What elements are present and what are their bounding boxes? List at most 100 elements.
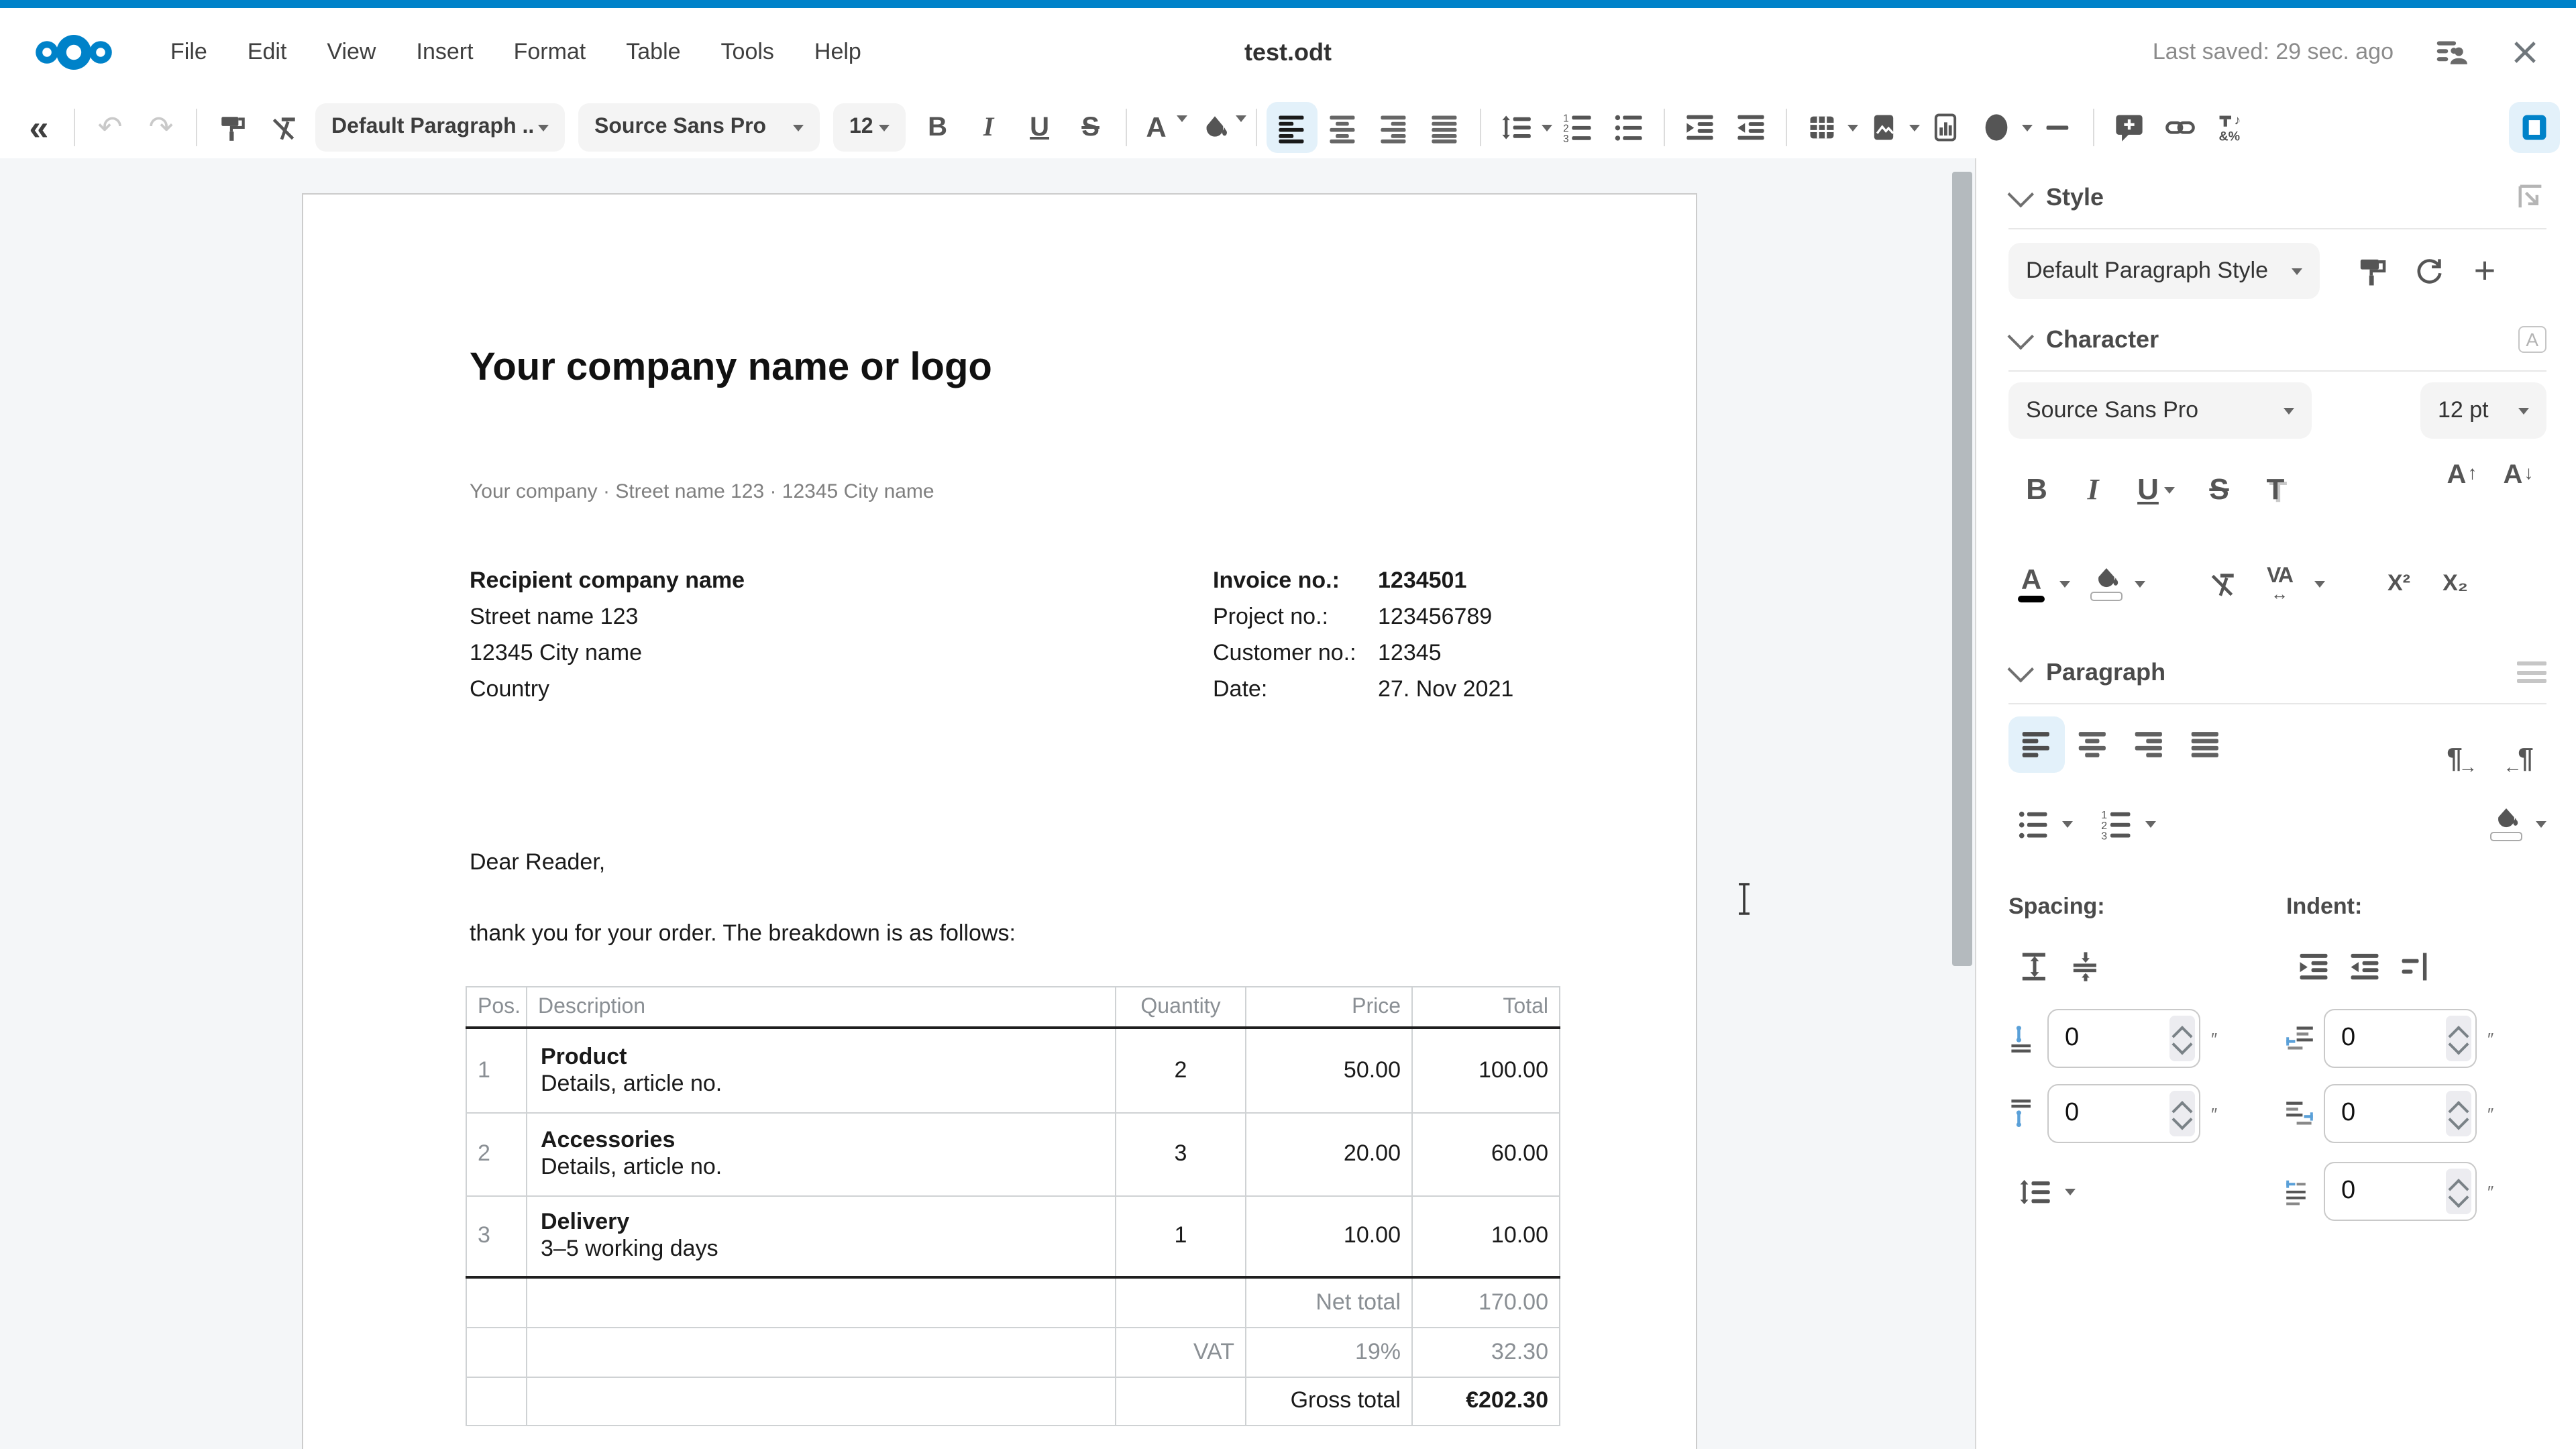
paragraph-background-caret[interactable] [2536, 820, 2546, 827]
line-spacing-caret[interactable] [2065, 1188, 2076, 1195]
below-spacing-spinbox[interactable] [2047, 1084, 2200, 1143]
above-spacing-input[interactable] [2049, 1009, 2169, 1068]
menu-edit[interactable]: Edit [227, 39, 307, 66]
scrollbar-thumb[interactable] [1952, 172, 1972, 966]
sidebar-shadow-button[interactable]: T [2247, 462, 2304, 518]
decrease-indent-button[interactable] [1725, 102, 1776, 153]
menu-table[interactable]: Table [606, 39, 700, 66]
insert-table-caret[interactable] [1847, 124, 1858, 131]
dock-sidebar-icon[interactable] [2514, 181, 2546, 213]
font-size-dropdown[interactable]: 12 [833, 103, 906, 152]
align-right-button[interactable] [1368, 102, 1419, 153]
superscript-button[interactable]: X² [2371, 555, 2427, 612]
sidebar-align-left-button[interactable] [2008, 716, 2065, 773]
highlight-color-button[interactable] [1195, 102, 1236, 153]
document-page[interactable]: Your company name or logo Your company ·… [302, 193, 1697, 1449]
insert-horizontal-line-button[interactable] [2033, 102, 2084, 153]
align-center-button[interactable] [1318, 102, 1368, 153]
close-icon[interactable] [2509, 36, 2541, 68]
insert-hyperlink-button[interactable] [2155, 102, 2206, 153]
update-style-roller-icon[interactable] [2344, 243, 2400, 299]
insert-comment-button[interactable] [2104, 102, 2155, 153]
paragraph-rtl-button[interactable]: ←¶ [2490, 716, 2546, 773]
undo-button[interactable]: ↶ [85, 102, 136, 153]
insert-table-button[interactable] [1796, 102, 1847, 153]
sidebar-increase-indent-icon[interactable] [2288, 938, 2339, 994]
align-left-button[interactable] [1267, 102, 1318, 153]
character-spacing-caret[interactable] [2314, 580, 2325, 587]
line-spacing-caret[interactable] [1542, 124, 1552, 131]
menu-format[interactable]: Format [494, 39, 606, 66]
insert-chart-button[interactable] [1920, 102, 1971, 153]
clone-formatting-button[interactable] [207, 102, 258, 153]
ordered-list-caret[interactable] [2145, 820, 2156, 827]
sidebar-bullet-list-button[interactable] [2008, 796, 2057, 852]
sidebar-highlight-button[interactable] [2084, 555, 2129, 612]
font-color-caret[interactable] [1177, 115, 1187, 121]
new-style-plus-icon[interactable]: + [2457, 243, 2513, 299]
menu-view[interactable]: View [307, 39, 396, 66]
sidebar-font-color-button[interactable]: A [2008, 555, 2054, 612]
bold-button[interactable]: B [912, 102, 963, 153]
menu-insert[interactable]: Insert [396, 39, 494, 66]
sidebar-clear-formatting-button[interactable] [2194, 555, 2250, 612]
above-spacing-spinbox[interactable] [2047, 1009, 2200, 1068]
vertical-scrollbar[interactable] [1948, 158, 1975, 1449]
insert-image-caret[interactable] [1909, 124, 1920, 131]
chevron-down-icon[interactable] [2007, 656, 2034, 683]
sidebar-toggle-button[interactable] [2509, 102, 2560, 153]
redo-button[interactable]: ↷ [136, 102, 186, 153]
spinner-buttons[interactable] [2446, 1091, 2471, 1136]
chevron-down-icon[interactable] [2007, 181, 2034, 208]
font-name-dropdown[interactable]: Source Sans Pro [578, 103, 820, 152]
insert-image-button[interactable] [1858, 102, 1909, 153]
insert-special-character-button[interactable]: ♪&% [2206, 102, 2257, 153]
character-dialog-icon[interactable]: A [2518, 326, 2546, 353]
first-line-indent-input[interactable] [2325, 1162, 2446, 1221]
ordered-list-button[interactable]: 123 [1552, 102, 1603, 153]
paragraph-spacing-decrease-icon[interactable] [2059, 938, 2110, 994]
style-name-dropdown[interactable]: Default Paragraph Style [2008, 243, 2320, 299]
line-spacing-dropdown-icon[interactable] [2008, 1163, 2059, 1220]
grow-font-button[interactable]: A↑ [2434, 462, 2490, 518]
before-indent-input[interactable] [2325, 1009, 2446, 1068]
font-color-button[interactable]: A [1136, 102, 1177, 153]
highlight-color-caret[interactable] [2135, 580, 2145, 587]
after-indent-input[interactable] [2325, 1084, 2446, 1143]
refresh-style-icon[interactable] [2400, 243, 2457, 299]
sidebar-align-right-button[interactable] [2121, 716, 2178, 773]
menu-tools[interactable]: Tools [701, 39, 794, 66]
paragraph-style-dropdown[interactable]: Default Paragraph ... [315, 103, 565, 152]
font-color-caret[interactable] [2059, 580, 2070, 587]
subscript-button[interactable]: X₂ [2427, 555, 2483, 612]
character-spacing-button[interactable]: VA↔ [2250, 555, 2309, 612]
paragraph-background-button[interactable] [2482, 796, 2530, 852]
sidebar-font-name-dropdown[interactable]: Source Sans Pro [2008, 382, 2312, 439]
spinner-buttons[interactable] [2446, 1016, 2471, 1061]
insert-shape-button[interactable] [1971, 102, 2022, 153]
underline-button[interactable]: U [1014, 102, 1065, 153]
line-spacing-button[interactable] [1491, 102, 1542, 153]
strikethrough-button[interactable]: S [1065, 102, 1116, 153]
menu-help[interactable]: Help [794, 39, 881, 66]
chevron-down-icon[interactable] [2007, 323, 2034, 350]
sidebar-italic-button[interactable]: I [2065, 462, 2121, 518]
sidebar-underline-button[interactable]: U [2121, 462, 2191, 518]
collapse-toolbar-button[interactable]: « [13, 102, 64, 153]
paragraph-ltr-button[interactable]: ¶→ [2434, 716, 2490, 773]
sidebar-font-size-dropdown[interactable]: 12 pt [2420, 382, 2546, 439]
user-list-icon[interactable] [2434, 35, 2469, 70]
shrink-font-button[interactable]: A↓ [2490, 462, 2546, 518]
spinner-buttons[interactable] [2169, 1091, 2195, 1136]
sidebar-align-center-button[interactable] [2065, 716, 2121, 773]
paragraph-spacing-increase-icon[interactable] [2008, 938, 2059, 994]
menu-file[interactable]: File [150, 39, 227, 66]
bullet-list-button[interactable] [1603, 102, 1654, 153]
highlight-color-caret[interactable] [1236, 115, 1246, 121]
sidebar-decrease-indent-icon[interactable] [2339, 938, 2390, 994]
first-line-indent-spinbox[interactable] [2324, 1162, 2477, 1221]
clear-formatting-button[interactable] [258, 102, 309, 153]
spinner-buttons[interactable] [2446, 1169, 2471, 1214]
insert-shape-caret[interactable] [2022, 124, 2033, 131]
bullet-list-caret[interactable] [2062, 820, 2073, 827]
